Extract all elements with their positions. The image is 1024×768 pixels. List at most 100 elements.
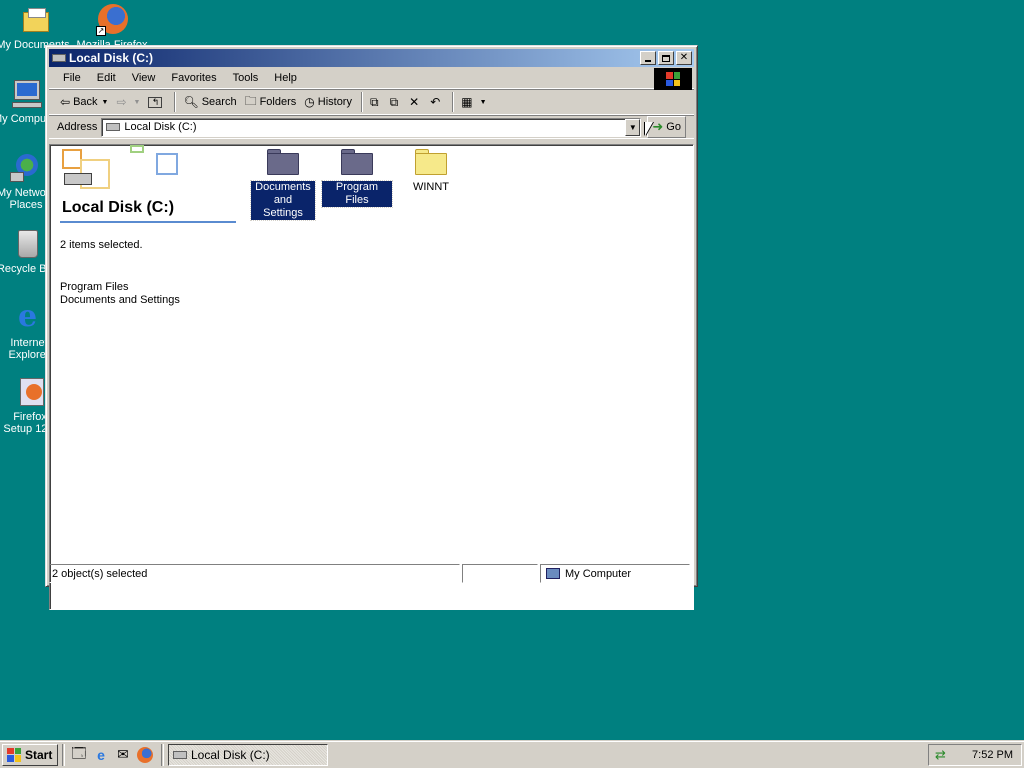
menu-edit[interactable]: Edit (89, 70, 124, 86)
taskbar-button-local-disk[interactable]: Local Disk (C:) (168, 743, 328, 766)
explorer-window: Local Disk (C:) ✕ File Edit View Favorit… (45, 45, 698, 610)
menu-tools[interactable]: Tools (225, 70, 267, 86)
maximize-button[interactable] (658, 51, 674, 65)
folder-view: Local Disk (C:) 2 items selected. Progra… (49, 144, 694, 610)
drive-icon (52, 54, 66, 62)
selected-item: Program Files (60, 281, 129, 293)
internet-explorer-icon: e (18, 299, 38, 334)
show-desktop-icon: 🗔︎ (71, 744, 87, 761)
close-icon: ✕ (679, 52, 689, 63)
status-zone-label: My Computer (565, 567, 632, 580)
folder-icon (341, 149, 373, 175)
desktop-icon-mozilla-firefox[interactable]: ↗ Mozilla Firefox (72, 4, 152, 51)
folders-button[interactable]: 🗀︎ Folders (242, 90, 300, 115)
quicklaunch-outlook[interactable]: ✉ (113, 745, 133, 765)
up-button[interactable]: ↰ (145, 95, 168, 110)
firefox-icon: ↗ (96, 4, 128, 36)
folder-icon (415, 149, 447, 175)
standard-toolbar: ⇦ Back ▼ ⇨ ▼ ↰ 🔍︎ Search 🗀︎ Folders ◷ Hi… (49, 89, 694, 115)
forward-arrow-icon: ⇨ (116, 95, 127, 109)
file-label: WINNT (412, 181, 450, 193)
panel-title: Local Disk (C:) (60, 197, 236, 223)
file-label: Program Files (321, 180, 393, 208)
undo-icon: ↶ (430, 95, 441, 109)
quicklaunch-firefox[interactable] (135, 745, 155, 765)
forward-button[interactable]: ⇨ ▼ (113, 93, 143, 111)
web-view-panel: Local Disk (C:) 2 items selected. Progra… (60, 145, 236, 307)
status-zone: My Computer (540, 564, 690, 583)
taskbar-separator (62, 743, 65, 766)
selection-info: 2 items selected. (60, 239, 143, 251)
chevron-down-icon[interactable]: ▼ (102, 99, 109, 106)
copy-to-icon: ⧉ (389, 94, 399, 109)
selected-items-list: Program Files Documents and Settings (60, 281, 236, 307)
taskbar: Start 🗔︎ e ✉ Local Disk (C:) ⇄ 7:52 PM (0, 740, 1024, 768)
file-winnt[interactable]: WINNT (396, 149, 466, 194)
back-button[interactable]: ⇦ Back ▼ (57, 93, 111, 111)
chevron-down-icon[interactable]: ▼ (480, 99, 487, 106)
chevron-down-icon[interactable]: ▼ (134, 99, 141, 106)
taskbar-separator (161, 743, 164, 766)
menu-bar: File Edit View Favorites Tools Help (49, 67, 694, 90)
start-button[interactable]: Start (2, 743, 58, 766)
address-value: Local Disk (C:) (124, 121, 197, 133)
delete-button[interactable]: ✕ (406, 93, 425, 111)
task-label: Local Disk (C:) (191, 747, 270, 762)
outlook-express-icon: ✉ (117, 746, 129, 762)
folders-icon: 🗀︎ (244, 93, 257, 108)
network-tray-icon[interactable]: ⇄ (935, 747, 946, 763)
minimize-button[interactable] (640, 51, 656, 65)
title-bar[interactable]: Local Disk (C:) ✕ (49, 49, 694, 67)
computer-icon (10, 78, 42, 110)
search-label: Search (201, 96, 237, 108)
toolbar-separator (360, 92, 363, 112)
copy-to-button[interactable]: ⧉ (387, 93, 405, 112)
quicklaunch-internet-explorer[interactable]: e (91, 745, 111, 765)
panel-banner (60, 145, 236, 195)
address-input[interactable]: Local Disk (C:) ▼ (101, 117, 642, 137)
history-button[interactable]: ◷ History (301, 93, 355, 111)
views-button[interactable]: ▦ ▼ (458, 93, 489, 111)
views-grid-icon: ▦ (461, 95, 473, 109)
move-to-button[interactable]: ⧉ (367, 93, 385, 112)
minimize-icon (645, 60, 651, 62)
recycle-bin-icon (10, 228, 42, 260)
menu-view[interactable]: View (124, 70, 164, 86)
close-button[interactable]: ✕ (676, 51, 692, 65)
desktop-icon-my-documents[interactable]: My Documents (0, 4, 76, 51)
mouse-cursor-icon (645, 122, 653, 136)
drive-icon (106, 123, 121, 131)
address-label: Address (57, 121, 98, 133)
menu-help[interactable]: Help (266, 70, 305, 86)
status-size (462, 564, 538, 583)
maximize-icon (662, 54, 670, 62)
windows-logo-icon (654, 68, 692, 90)
delete-icon: ✕ (409, 95, 420, 109)
menu-file[interactable]: File (55, 70, 89, 86)
back-arrow-icon: ⇦ (60, 95, 71, 109)
file-documents-and-settings[interactable]: Documents and Settings (248, 149, 318, 221)
folder-icon (267, 149, 299, 175)
start-label: Start (25, 747, 53, 762)
drive-icon (173, 750, 187, 759)
go-label: Go (666, 121, 681, 133)
internet-explorer-icon: e (97, 746, 105, 763)
toolbar-separator (174, 92, 177, 112)
menu-favorites[interactable]: Favorites (163, 70, 224, 86)
address-bar: Address Local Disk (C:) ▼ ➜ Go (49, 115, 694, 139)
undo-button[interactable]: ↶ (427, 93, 446, 111)
file-label: Documents and Settings (250, 180, 316, 221)
go-arrow-icon: ➜ (652, 119, 664, 134)
move-to-icon: ⧉ (369, 94, 379, 109)
search-button[interactable]: 🔍︎ Search (180, 93, 239, 111)
file-program-files[interactable]: Program Files (321, 149, 393, 208)
status-bar: 2 object(s) selected My Computer (49, 564, 694, 583)
clock[interactable]: 7:52 PM (972, 749, 1013, 761)
chevron-down-icon: ▼ (628, 122, 637, 132)
go-button[interactable]: ➜ Go (647, 116, 686, 138)
installer-icon (14, 376, 46, 408)
search-icon: 🔍︎ (183, 95, 199, 109)
network-icon (10, 152, 42, 184)
address-dropdown-button[interactable]: ▼ (625, 118, 641, 136)
quicklaunch-show-desktop[interactable]: 🗔︎ (69, 745, 89, 765)
